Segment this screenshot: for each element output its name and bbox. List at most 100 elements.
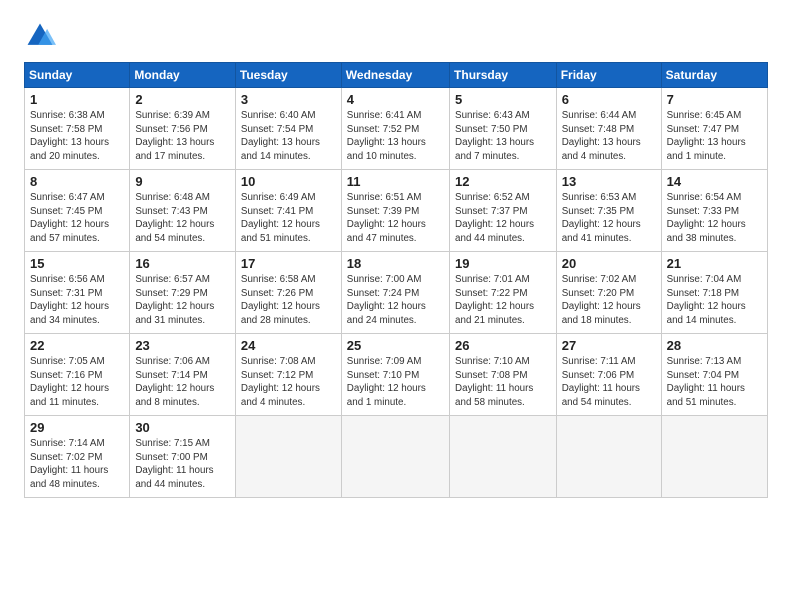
day-number: 26 xyxy=(455,338,551,353)
day-detail: Sunrise: 7:14 AMSunset: 7:02 PMDaylight:… xyxy=(30,437,124,492)
day-number: 16 xyxy=(135,256,230,271)
day-number: 10 xyxy=(241,174,336,189)
calendar-header-wednesday: Wednesday xyxy=(341,63,449,88)
day-detail: Sunrise: 6:56 AMSunset: 7:31 PMDaylight:… xyxy=(30,273,124,328)
calendar-cell: 18 Sunrise: 7:00 AMSunset: 7:24 PMDaylig… xyxy=(341,252,449,334)
calendar-cell: 2 Sunrise: 6:39 AMSunset: 7:56 PMDayligh… xyxy=(130,88,236,170)
calendar-cell: 6 Sunrise: 6:44 AMSunset: 7:48 PMDayligh… xyxy=(556,88,661,170)
calendar-cell: 19 Sunrise: 7:01 AMSunset: 7:22 PMDaylig… xyxy=(450,252,557,334)
day-number: 9 xyxy=(135,174,230,189)
calendar-cell: 23 Sunrise: 7:06 AMSunset: 7:14 PMDaylig… xyxy=(130,334,236,416)
day-detail: Sunrise: 7:05 AMSunset: 7:16 PMDaylight:… xyxy=(30,355,124,410)
calendar-cell: 29 Sunrise: 7:14 AMSunset: 7:02 PMDaylig… xyxy=(25,416,130,498)
calendar-cell: 8 Sunrise: 6:47 AMSunset: 7:45 PMDayligh… xyxy=(25,170,130,252)
day-detail: Sunrise: 6:39 AMSunset: 7:56 PMDaylight:… xyxy=(135,109,230,164)
day-number: 6 xyxy=(562,92,656,107)
calendar-header-saturday: Saturday xyxy=(661,63,767,88)
calendar-header-thursday: Thursday xyxy=(450,63,557,88)
day-number: 4 xyxy=(347,92,444,107)
day-detail: Sunrise: 6:57 AMSunset: 7:29 PMDaylight:… xyxy=(135,273,230,328)
day-detail: Sunrise: 7:10 AMSunset: 7:08 PMDaylight:… xyxy=(455,355,551,410)
day-number: 19 xyxy=(455,256,551,271)
calendar-cell: 14 Sunrise: 6:54 AMSunset: 7:33 PMDaylig… xyxy=(661,170,767,252)
header xyxy=(24,20,768,52)
day-number: 7 xyxy=(667,92,762,107)
calendar-cell: 28 Sunrise: 7:13 AMSunset: 7:04 PMDaylig… xyxy=(661,334,767,416)
day-number: 1 xyxy=(30,92,124,107)
day-detail: Sunrise: 7:00 AMSunset: 7:24 PMDaylight:… xyxy=(347,273,444,328)
calendar-cell xyxy=(556,416,661,498)
calendar-cell: 24 Sunrise: 7:08 AMSunset: 7:12 PMDaylig… xyxy=(235,334,341,416)
logo xyxy=(24,20,60,52)
calendar-header-tuesday: Tuesday xyxy=(235,63,341,88)
day-detail: Sunrise: 6:48 AMSunset: 7:43 PMDaylight:… xyxy=(135,191,230,246)
day-number: 22 xyxy=(30,338,124,353)
calendar-header-monday: Monday xyxy=(130,63,236,88)
day-number: 28 xyxy=(667,338,762,353)
calendar-cell: 11 Sunrise: 6:51 AMSunset: 7:39 PMDaylig… xyxy=(341,170,449,252)
calendar-week-5: 29 Sunrise: 7:14 AMSunset: 7:02 PMDaylig… xyxy=(25,416,768,498)
day-detail: Sunrise: 6:49 AMSunset: 7:41 PMDaylight:… xyxy=(241,191,336,246)
calendar-cell: 10 Sunrise: 6:49 AMSunset: 7:41 PMDaylig… xyxy=(235,170,341,252)
day-number: 21 xyxy=(667,256,762,271)
calendar-cell: 22 Sunrise: 7:05 AMSunset: 7:16 PMDaylig… xyxy=(25,334,130,416)
calendar-cell xyxy=(235,416,341,498)
day-detail: Sunrise: 6:58 AMSunset: 7:26 PMDaylight:… xyxy=(241,273,336,328)
calendar-cell: 16 Sunrise: 6:57 AMSunset: 7:29 PMDaylig… xyxy=(130,252,236,334)
calendar-cell: 21 Sunrise: 7:04 AMSunset: 7:18 PMDaylig… xyxy=(661,252,767,334)
calendar-cell: 30 Sunrise: 7:15 AMSunset: 7:00 PMDaylig… xyxy=(130,416,236,498)
calendar-cell: 27 Sunrise: 7:11 AMSunset: 7:06 PMDaylig… xyxy=(556,334,661,416)
calendar-cell: 3 Sunrise: 6:40 AMSunset: 7:54 PMDayligh… xyxy=(235,88,341,170)
calendar-cell: 26 Sunrise: 7:10 AMSunset: 7:08 PMDaylig… xyxy=(450,334,557,416)
day-number: 3 xyxy=(241,92,336,107)
day-number: 25 xyxy=(347,338,444,353)
day-number: 2 xyxy=(135,92,230,107)
day-detail: Sunrise: 7:13 AMSunset: 7:04 PMDaylight:… xyxy=(667,355,762,410)
day-number: 5 xyxy=(455,92,551,107)
calendar-cell: 9 Sunrise: 6:48 AMSunset: 7:43 PMDayligh… xyxy=(130,170,236,252)
calendar-week-3: 15 Sunrise: 6:56 AMSunset: 7:31 PMDaylig… xyxy=(25,252,768,334)
calendar-week-4: 22 Sunrise: 7:05 AMSunset: 7:16 PMDaylig… xyxy=(25,334,768,416)
logo-icon xyxy=(24,20,56,52)
day-detail: Sunrise: 7:15 AMSunset: 7:00 PMDaylight:… xyxy=(135,437,230,492)
calendar-cell: 25 Sunrise: 7:09 AMSunset: 7:10 PMDaylig… xyxy=(341,334,449,416)
day-detail: Sunrise: 6:53 AMSunset: 7:35 PMDaylight:… xyxy=(562,191,656,246)
day-detail: Sunrise: 6:44 AMSunset: 7:48 PMDaylight:… xyxy=(562,109,656,164)
day-number: 15 xyxy=(30,256,124,271)
calendar-cell: 7 Sunrise: 6:45 AMSunset: 7:47 PMDayligh… xyxy=(661,88,767,170)
day-detail: Sunrise: 7:02 AMSunset: 7:20 PMDaylight:… xyxy=(562,273,656,328)
day-number: 20 xyxy=(562,256,656,271)
day-detail: Sunrise: 7:09 AMSunset: 7:10 PMDaylight:… xyxy=(347,355,444,410)
calendar-header-sunday: Sunday xyxy=(25,63,130,88)
day-number: 14 xyxy=(667,174,762,189)
day-detail: Sunrise: 6:45 AMSunset: 7:47 PMDaylight:… xyxy=(667,109,762,164)
calendar-week-2: 8 Sunrise: 6:47 AMSunset: 7:45 PMDayligh… xyxy=(25,170,768,252)
calendar-week-1: 1 Sunrise: 6:38 AMSunset: 7:58 PMDayligh… xyxy=(25,88,768,170)
day-detail: Sunrise: 6:41 AMSunset: 7:52 PMDaylight:… xyxy=(347,109,444,164)
day-detail: Sunrise: 7:11 AMSunset: 7:06 PMDaylight:… xyxy=(562,355,656,410)
calendar-table: SundayMondayTuesdayWednesdayThursdayFrid… xyxy=(24,62,768,498)
day-number: 12 xyxy=(455,174,551,189)
calendar-header-friday: Friday xyxy=(556,63,661,88)
day-detail: Sunrise: 7:04 AMSunset: 7:18 PMDaylight:… xyxy=(667,273,762,328)
day-number: 18 xyxy=(347,256,444,271)
day-number: 29 xyxy=(30,420,124,435)
day-detail: Sunrise: 6:40 AMSunset: 7:54 PMDaylight:… xyxy=(241,109,336,164)
day-detail: Sunrise: 7:08 AMSunset: 7:12 PMDaylight:… xyxy=(241,355,336,410)
calendar-cell: 4 Sunrise: 6:41 AMSunset: 7:52 PMDayligh… xyxy=(341,88,449,170)
day-number: 17 xyxy=(241,256,336,271)
day-detail: Sunrise: 6:43 AMSunset: 7:50 PMDaylight:… xyxy=(455,109,551,164)
calendar-header-row: SundayMondayTuesdayWednesdayThursdayFrid… xyxy=(25,63,768,88)
day-number: 8 xyxy=(30,174,124,189)
calendar-cell: 13 Sunrise: 6:53 AMSunset: 7:35 PMDaylig… xyxy=(556,170,661,252)
day-number: 11 xyxy=(347,174,444,189)
day-detail: Sunrise: 6:54 AMSunset: 7:33 PMDaylight:… xyxy=(667,191,762,246)
day-number: 23 xyxy=(135,338,230,353)
calendar-cell xyxy=(450,416,557,498)
page: SundayMondayTuesdayWednesdayThursdayFrid… xyxy=(0,0,792,612)
calendar-cell xyxy=(341,416,449,498)
calendar-cell xyxy=(661,416,767,498)
calendar-cell: 1 Sunrise: 6:38 AMSunset: 7:58 PMDayligh… xyxy=(25,88,130,170)
day-detail: Sunrise: 7:01 AMSunset: 7:22 PMDaylight:… xyxy=(455,273,551,328)
calendar-cell: 20 Sunrise: 7:02 AMSunset: 7:20 PMDaylig… xyxy=(556,252,661,334)
